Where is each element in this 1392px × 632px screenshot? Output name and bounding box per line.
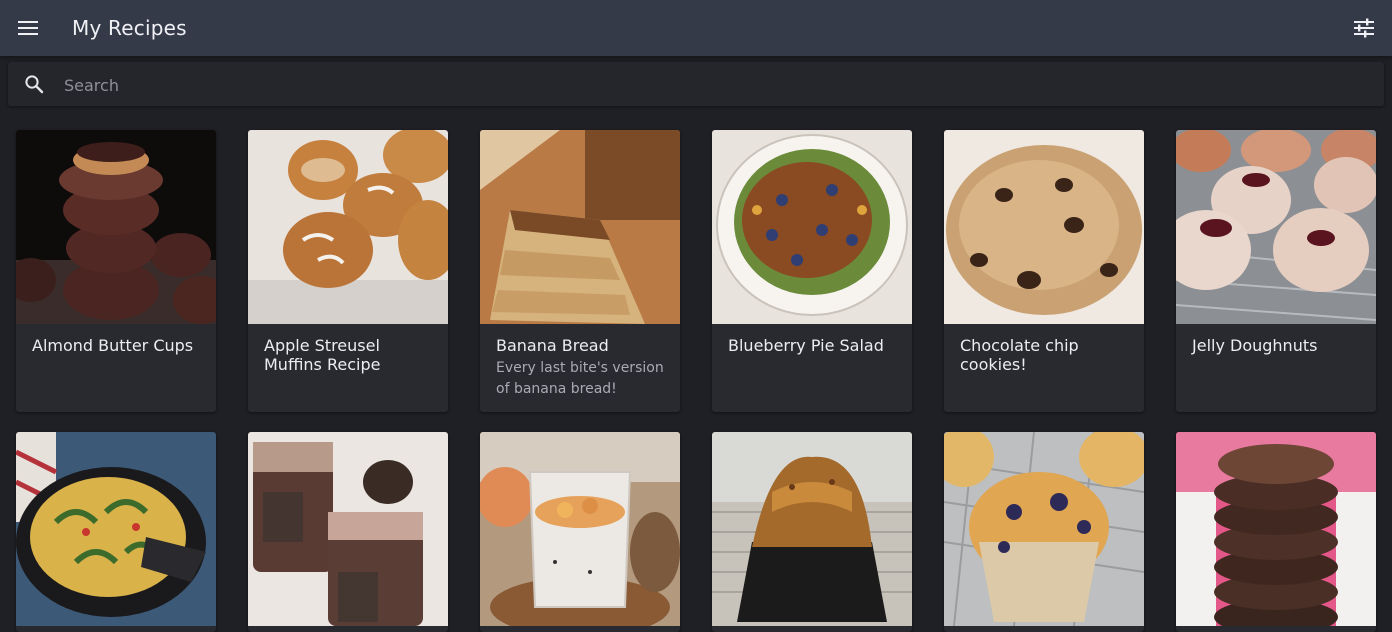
hamburger-menu-icon: [18, 21, 38, 35]
recipe-card[interactable]: Apple Streusel Muffins Recipe: [248, 130, 448, 412]
recipe-card[interactable]: [248, 432, 448, 632]
recipe-photo: [712, 432, 912, 626]
search-icon: [25, 75, 44, 94]
app-bar: My Recipes: [0, 0, 1392, 56]
recipe-title: Blueberry Pie Salad: [728, 336, 884, 355]
recipe-card[interactable]: Jelly Doughnuts: [1176, 130, 1376, 412]
search-input[interactable]: [62, 62, 1366, 108]
recipe-card[interactable]: Blueberry Pie Salad: [712, 130, 912, 412]
page-title: My Recipes: [72, 16, 187, 40]
recipe-card[interactable]: Almond Butter Cups: [16, 130, 216, 412]
recipe-title: Jelly Doughnuts: [1192, 336, 1318, 355]
recipe-title: Almond Butter Cups: [32, 336, 194, 355]
recipe-photo: [712, 130, 912, 324]
recipe-title: Banana Bread: [496, 336, 609, 355]
recipe-card[interactable]: [16, 432, 216, 632]
recipe-card[interactable]: Banana Bread Every last bite's version o…: [480, 130, 680, 412]
recipe-photo: [480, 432, 680, 626]
recipe-photo: [1176, 130, 1376, 324]
recipe-photo: [480, 130, 680, 324]
recipe-card[interactable]: [944, 432, 1144, 632]
recipe-photo: [16, 432, 216, 626]
recipe-title: Chocolate chip cookies!: [960, 336, 1079, 374]
recipe-photo: [944, 130, 1144, 324]
recipe-photo: [248, 130, 448, 324]
recipe-title: Apple Streusel Muffins Recipe: [264, 336, 381, 374]
recipe-card[interactable]: [712, 432, 912, 632]
search-bar: [8, 62, 1384, 108]
filter-button[interactable]: [1348, 12, 1380, 44]
recipe-photo: [248, 432, 448, 626]
recipe-card[interactable]: [480, 432, 680, 632]
sliders-icon: [1354, 18, 1374, 38]
recipe-card[interactable]: Chocolate chip cookies!: [944, 130, 1144, 412]
recipe-card[interactable]: [1176, 432, 1376, 632]
menu-button[interactable]: [12, 12, 44, 44]
recipe-photo: [16, 130, 216, 324]
recipe-photo: [1176, 432, 1376, 626]
recipe-description: Every last bite's version of banana brea…: [496, 360, 664, 397]
recipe-photo: [944, 432, 1144, 626]
